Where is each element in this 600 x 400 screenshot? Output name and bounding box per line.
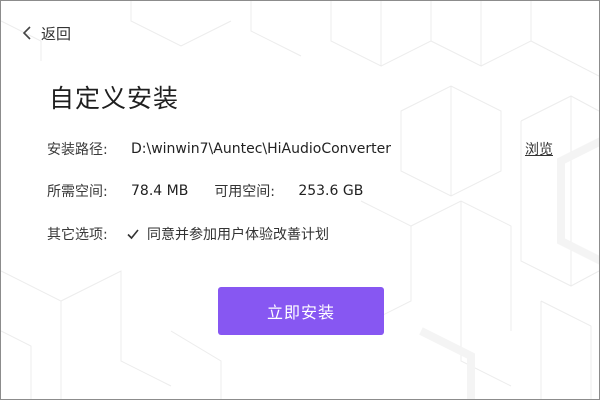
install-path-row: 安装路径: D:\winwin7\Auntec\HiAudioConverter… xyxy=(47,139,553,159)
checkmark-icon xyxy=(127,229,139,240)
back-button[interactable]: 返回 xyxy=(21,21,71,45)
required-space-value: 78.4 MB xyxy=(131,183,189,199)
page-title: 自定义安装 xyxy=(49,84,180,113)
experience-program-checkbox[interactable] xyxy=(125,226,141,242)
space-row: 所需空间: 78.4 MB 可用空间: 253.6 GB xyxy=(47,181,363,201)
available-space-label: 可用空间: xyxy=(214,184,276,200)
experience-program-label[interactable]: 同意并参加用户体验改善计划 xyxy=(147,224,329,244)
other-options-row: 其它选项: 同意并参加用户体验改善计划 xyxy=(47,224,329,244)
other-options-label: 其它选项: xyxy=(47,227,108,243)
install-now-button[interactable]: 立即安装 xyxy=(218,287,384,335)
chevron-left-icon xyxy=(21,25,33,41)
browse-link[interactable]: 浏览 xyxy=(525,139,553,159)
installer-window: 返回 自定义安装 安装路径: D:\winwin7\Auntec\HiAudio… xyxy=(0,0,600,400)
back-label: 返回 xyxy=(41,24,72,43)
available-space-value: 253.6 GB xyxy=(298,183,364,199)
required-space-label: 所需空间: xyxy=(47,184,108,200)
install-path-value: D:\winwin7\Auntec\HiAudioConverter xyxy=(131,141,392,157)
install-path-label: 安装路径: xyxy=(47,142,108,158)
